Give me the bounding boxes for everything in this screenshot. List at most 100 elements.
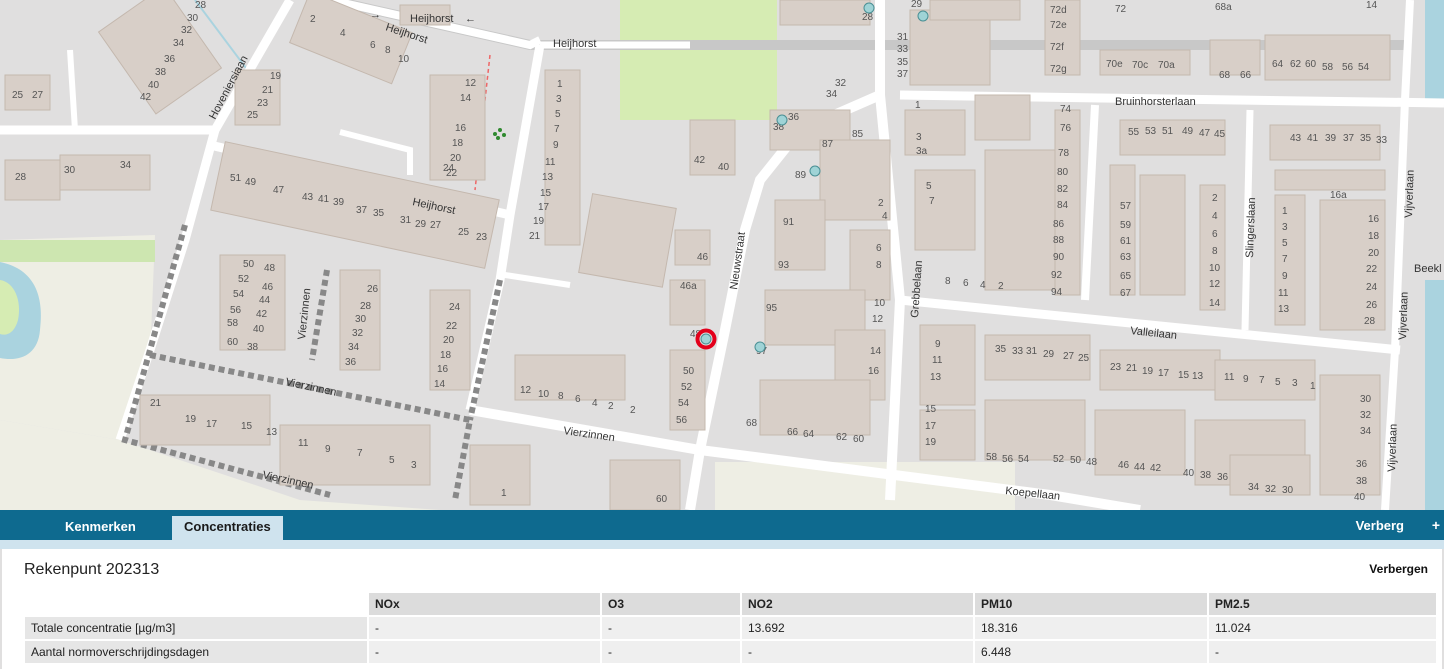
svg-text:11: 11: [298, 438, 309, 449]
svg-text:42: 42: [1150, 463, 1162, 474]
svg-text:18: 18: [452, 138, 464, 149]
svg-text:34: 34: [348, 342, 360, 353]
svg-text:49: 49: [245, 177, 257, 188]
svg-text:60: 60: [656, 494, 668, 505]
svg-text:14: 14: [1366, 0, 1378, 11]
svg-text:56: 56: [676, 415, 688, 426]
svg-text:54: 54: [678, 398, 690, 409]
svg-text:14: 14: [460, 93, 472, 104]
svg-text:26: 26: [367, 284, 379, 295]
svg-text:93: 93: [778, 260, 790, 271]
svg-text:50: 50: [1070, 455, 1082, 466]
svg-text:23: 23: [1110, 362, 1122, 373]
svg-text:13: 13: [266, 427, 278, 438]
table-cell: 18.316: [975, 617, 1207, 639]
svg-text:18: 18: [1368, 231, 1380, 242]
svg-text:47: 47: [273, 185, 285, 196]
svg-text:67: 67: [1120, 288, 1132, 299]
tab-kenmerken[interactable]: Kenmerken: [53, 516, 148, 540]
map-view[interactable]: Heijhorst Heijhorst Heijhorst Heijhorst …: [0, 0, 1444, 510]
svg-text:31: 31: [897, 32, 909, 43]
svg-text:52: 52: [1053, 454, 1065, 465]
svg-text:15: 15: [1178, 370, 1190, 381]
svg-text:14: 14: [1209, 298, 1221, 309]
svg-text:1: 1: [915, 100, 921, 111]
svg-text:30: 30: [1282, 485, 1294, 496]
svg-text:18: 18: [440, 350, 452, 361]
column-header: PM2.5: [1209, 593, 1436, 615]
verberg-button[interactable]: Verberg: [1356, 518, 1404, 533]
svg-text:60: 60: [853, 434, 865, 445]
svg-text:37: 37: [897, 69, 909, 80]
svg-text:72d: 72d: [1050, 5, 1067, 16]
svg-text:9: 9: [935, 339, 941, 350]
panel-tab-bar: Kenmerken Concentraties Verberg +: [0, 510, 1444, 540]
svg-text:23: 23: [257, 98, 269, 109]
svg-text:84: 84: [1057, 200, 1069, 211]
svg-text:44: 44: [259, 295, 271, 306]
svg-text:2: 2: [878, 198, 884, 209]
svg-text:49: 49: [1182, 126, 1194, 137]
svg-text:2: 2: [608, 401, 614, 412]
svg-text:60: 60: [227, 337, 239, 348]
panel-title: Rekenpunt 202313: [24, 561, 160, 578]
expand-button[interactable]: +: [1432, 517, 1440, 533]
svg-text:2: 2: [998, 281, 1004, 292]
svg-text:76: 76: [1060, 123, 1072, 134]
verbergen-button[interactable]: Verbergen: [1369, 562, 1428, 576]
svg-text:Vijverlaan: Vijverlaan: [1403, 170, 1417, 218]
svg-text:72f: 72f: [1050, 42, 1064, 53]
svg-text:Heijhorst: Heijhorst: [553, 38, 596, 50]
svg-text:50: 50: [683, 366, 695, 377]
svg-text:40: 40: [1183, 468, 1195, 479]
column-header: PM10: [975, 593, 1207, 615]
svg-text:33: 33: [1012, 346, 1024, 357]
svg-text:48: 48: [1086, 457, 1098, 468]
svg-text:9: 9: [1282, 271, 1288, 282]
svg-text:24: 24: [449, 302, 461, 313]
svg-text:16: 16: [1368, 214, 1380, 225]
svg-text:54: 54: [1018, 454, 1030, 465]
svg-text:86: 86: [1053, 219, 1065, 230]
svg-text:27: 27: [1063, 351, 1075, 362]
svg-text:65: 65: [1120, 271, 1132, 282]
svg-text:3a: 3a: [916, 146, 928, 157]
table-cell: -: [602, 617, 740, 639]
svg-text:54: 54: [233, 289, 245, 300]
svg-text:35: 35: [373, 208, 385, 219]
svg-text:7: 7: [929, 196, 935, 207]
svg-text:42: 42: [694, 155, 706, 166]
svg-text:17: 17: [1158, 368, 1170, 379]
svg-text:28: 28: [15, 172, 27, 183]
svg-text:28: 28: [360, 301, 372, 312]
svg-text:82: 82: [1057, 184, 1069, 195]
svg-text:17: 17: [538, 202, 550, 213]
svg-text:46: 46: [262, 282, 274, 293]
svg-text:1: 1: [501, 488, 507, 499]
svg-text:30: 30: [64, 165, 76, 176]
svg-text:28: 28: [862, 12, 874, 23]
svg-text:41: 41: [318, 194, 330, 205]
svg-text:66: 66: [787, 427, 799, 438]
svg-text:58: 58: [1322, 62, 1334, 73]
svg-text:1: 1: [1282, 206, 1288, 217]
column-header: NOx: [369, 593, 600, 615]
svg-text:30: 30: [355, 314, 367, 325]
svg-text:9: 9: [325, 444, 331, 455]
svg-text:60: 60: [1305, 59, 1317, 70]
panel-divider: [0, 540, 1444, 549]
svg-text:32: 32: [835, 78, 847, 89]
svg-text:68: 68: [746, 418, 758, 429]
svg-text:3: 3: [1282, 222, 1288, 233]
svg-text:24: 24: [1366, 282, 1378, 293]
svg-text:34: 34: [173, 38, 185, 49]
svg-text:6: 6: [1212, 229, 1218, 240]
svg-text:11: 11: [1278, 288, 1289, 299]
svg-text:58: 58: [986, 452, 998, 463]
tab-concentraties[interactable]: Concentraties: [172, 516, 283, 540]
column-header: O3: [602, 593, 740, 615]
svg-text:6: 6: [575, 394, 581, 405]
svg-text:35: 35: [897, 57, 909, 68]
svg-text:Vijverlaan: Vijverlaan: [1386, 424, 1400, 472]
svg-text:90: 90: [1053, 252, 1065, 263]
